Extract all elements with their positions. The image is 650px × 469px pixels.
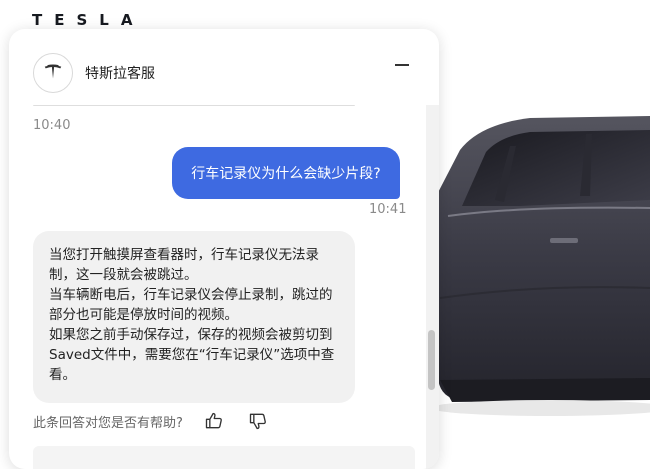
feedback-bar: 此条回答对您是否有帮助?	[33, 408, 271, 434]
avatar	[33, 53, 73, 93]
user-message: 行车记录仪为什么会缺少片段?	[172, 147, 400, 199]
message-list[interactable]: 10:40 行车记录仪为什么会缺少片段? 10:41 当您打开触摸屏查看器时，行…	[9, 105, 439, 469]
chat-window: 特斯拉客服 10:40 行车记录仪为什么会缺少片段? 10:41 当您打开触摸屏…	[9, 29, 439, 469]
minimize-icon[interactable]	[395, 64, 409, 66]
thumbs-up-icon	[205, 412, 222, 429]
previous-message-edge	[33, 105, 355, 106]
message-paragraph: 当车辆断电后，行车记录仪会停止录制，跳过的部分也可能是停放时间的视频。	[49, 287, 333, 323]
tesla-logo[interactable]: TESLA	[32, 11, 144, 29]
chat-title: 特斯拉客服	[85, 66, 155, 82]
next-content-edge	[33, 446, 415, 469]
feedback-prompt: 此条回答对您是否有帮助?	[33, 415, 183, 431]
message-paragraph: 当您打开触摸屏查看器时，行车记录仪无法录制，这一段就会被跳过。	[49, 247, 319, 283]
thumbs-down-icon	[249, 413, 266, 430]
scrollbar[interactable]	[426, 105, 439, 469]
scrollbar-thumb[interactable]	[428, 330, 435, 390]
thumbs-down-button[interactable]	[245, 408, 271, 434]
tesla-logo-icon	[44, 64, 62, 79]
assistant-message: 当您打开触摸屏查看器时，行车记录仪无法录制，这一段就会被跳过。 当车辆断电后，行…	[33, 231, 355, 403]
message-paragraph: 如果您之前手动保存过，保存的视频会被剪切到Saved文件中，需要您在“行车记录仪…	[49, 327, 335, 383]
timestamp: 10:41	[369, 202, 407, 217]
timestamp: 10:40	[33, 118, 71, 133]
chat-header: 特斯拉客服	[9, 29, 439, 109]
thumbs-up-button[interactable]	[201, 408, 227, 434]
